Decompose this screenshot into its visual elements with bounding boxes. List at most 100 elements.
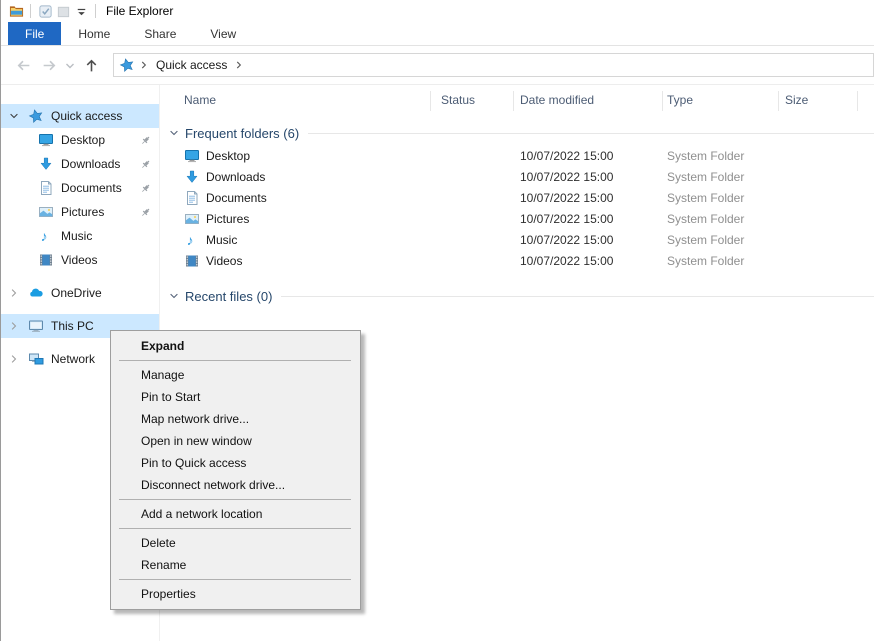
file-type: System Folder [667,233,744,247]
menu-separator [119,579,351,580]
column-header-name[interactable]: Name [184,93,430,107]
sidebar-item-videos[interactable]: Videos [0,248,159,272]
file-name: Videos [206,254,242,268]
breadcrumb-location[interactable]: Quick access [153,58,230,72]
back-arrow-icon[interactable] [10,52,36,78]
file-name: Pictures [206,212,249,226]
menu-item-properties[interactable]: Properties [111,583,360,605]
menu-item-manage[interactable]: Manage [111,364,360,386]
column-header-date-modified[interactable]: Date modified [520,93,660,107]
group-label: Recent files (0) [185,289,272,304]
menu-item-pin-to-start[interactable]: Pin to Start [111,386,360,408]
sidebar-item-label: This PC [51,319,94,333]
file-name: Music [206,233,237,247]
context-menu: Expand ManagePin to StartMap network driv… [110,330,361,610]
group-chevron-icon[interactable] [168,290,180,302]
chevron-collapsed-icon[interactable] [8,287,20,299]
qat-separator [30,4,31,18]
column-separator[interactable] [430,91,431,111]
file-type: System Folder [667,212,744,226]
forward-arrow-icon[interactable] [36,52,62,78]
sidebar-item-label: Pictures [61,205,104,219]
quick-access-star-icon [119,57,135,73]
group-rule [281,296,874,297]
file-type: System Folder [667,191,744,205]
sidebar-item-label: Desktop [61,133,105,147]
sidebar-item-documents[interactable]: Documents [0,176,159,200]
qat-dropdown-icon[interactable] [72,2,90,20]
sidebar-item-music[interactable]: ♪ Music [0,224,159,248]
downloads-icon [184,169,200,185]
file-row-documents[interactable]: Documents10/07/2022 15:00System Folder [160,188,874,209]
file-row-music[interactable]: ♪Music10/07/2022 15:00System Folder [160,230,874,251]
file-type: System Folder [667,254,744,268]
properties-check-icon[interactable] [36,2,54,20]
menu-separator [119,528,351,529]
sidebar-item-downloads[interactable]: Downloads [0,152,159,176]
file-date-modified: 10/07/2022 15:00 [520,254,613,268]
pin-icon[interactable] [139,206,152,219]
column-header-status[interactable]: Status [441,93,511,107]
pin-icon[interactable] [139,134,152,147]
column-header-type[interactable]: Type [667,93,777,107]
file-date-modified: 10/07/2022 15:00 [520,212,613,226]
chevron-collapsed-icon[interactable] [8,320,20,332]
column-header-size[interactable]: Size [785,93,855,107]
column-separator[interactable] [857,91,858,111]
tab-home[interactable]: Home [61,22,127,45]
sidebar-item-desktop[interactable]: Desktop [0,128,159,152]
menu-item-pin-to-quick-access[interactable]: Pin to Quick access [111,452,360,474]
menu-item-map-network-drive[interactable]: Map network drive... [111,408,360,430]
sidebar-item-label: Music [61,229,92,243]
explorer-logo-icon[interactable] [7,2,25,20]
sidebar-item-pictures[interactable]: Pictures [0,200,159,224]
file-name: Desktop [206,149,250,163]
new-folder-icon[interactable] [54,2,72,20]
chevron-expanded-icon[interactable] [8,110,20,122]
menu-item-add-a-network-location[interactable]: Add a network location [111,503,360,525]
menu-item-expand[interactable]: Expand [111,335,360,357]
file-row-downloads[interactable]: Downloads10/07/2022 15:00System Folder [160,167,874,188]
this-pc-icon [28,318,44,334]
chevron-collapsed-icon[interactable] [8,353,20,365]
pin-icon[interactable] [139,182,152,195]
title-bar: File Explorer [0,0,874,22]
pin-icon[interactable] [139,158,152,171]
recent-locations-chevron-icon[interactable] [62,52,78,78]
menu-item-rename[interactable]: Rename [111,554,360,576]
column-separator[interactable] [513,91,514,111]
svg-text:♪: ♪ [41,228,48,244]
group-header-recent-files[interactable]: Recent files (0) [168,286,874,306]
sidebar-item-onedrive[interactable]: OneDrive [0,281,159,305]
svg-text:♪: ♪ [187,232,194,248]
group-chevron-icon[interactable] [168,127,180,139]
menu-separator [119,360,351,361]
up-arrow-icon[interactable] [78,52,104,78]
tab-view[interactable]: View [193,22,253,45]
file-date-modified: 10/07/2022 15:00 [520,170,613,184]
file-row-desktop[interactable]: Desktop10/07/2022 15:00System Folder [160,146,874,167]
column-separator[interactable] [662,91,663,111]
file-date-modified: 10/07/2022 15:00 [520,149,613,163]
file-type: System Folder [667,170,744,184]
breadcrumb-chevron-icon[interactable] [137,58,151,72]
tab-share[interactable]: Share [127,22,193,45]
menu-item-disconnect-network-drive[interactable]: Disconnect network drive... [111,474,360,496]
breadcrumb-chevron-icon[interactable] [232,58,246,72]
menu-item-open-in-new-window[interactable]: Open in new window [111,430,360,452]
sidebar-item-label: Quick access [51,109,122,123]
sidebar-item-label: Videos [61,253,97,267]
sidebar-item-quick-access[interactable]: Quick access [0,104,159,128]
onedrive-icon [28,285,44,301]
menu-item-delete[interactable]: Delete [111,532,360,554]
address-bar[interactable]: Quick access [113,53,874,77]
file-row-pictures[interactable]: Pictures 10/07/2022 15:00 System Folder [160,209,874,230]
column-separator[interactable] [778,91,779,111]
file-row-videos[interactable]: Videos 10/07/2022 15:00 System Folder [160,251,874,272]
group-header-frequent-folders[interactable]: Frequent folders (6) [168,123,874,143]
desktop-icon [184,148,200,164]
tab-file[interactable]: File [8,22,61,45]
music-icon: ♪ [184,232,200,248]
navigation-bar: Quick access [0,46,874,85]
file-date-modified: 10/07/2022 15:00 [520,191,613,205]
